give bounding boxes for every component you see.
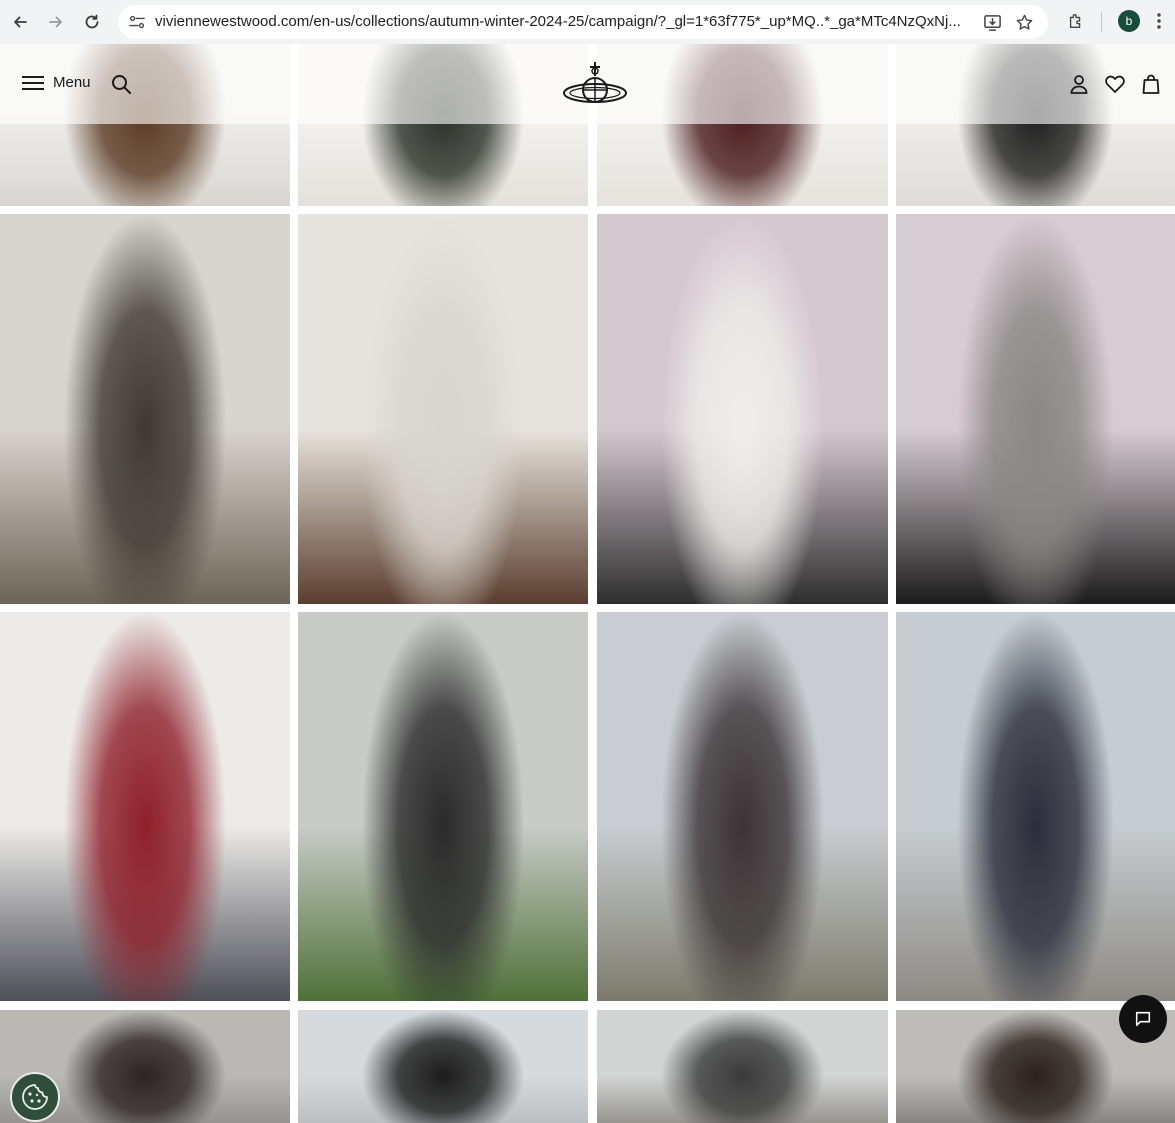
campaign-photo: [896, 214, 1175, 604]
arrow-right-icon: [49, 16, 62, 28]
account-icon[interactable]: [1068, 73, 1090, 95]
campaign-photo: [896, 612, 1175, 1001]
orb-logo-icon[interactable]: [560, 60, 630, 110]
campaign-photo-tile[interactable]: [298, 1010, 588, 1123]
campaign-photo: [298, 612, 588, 1001]
campaign-photo: [0, 612, 290, 1001]
browser-toolbar: viviennewestwood.com/en-us/collections/a…: [0, 0, 1175, 44]
url-text[interactable]: viviennewestwood.com/en-us/collections/a…: [155, 5, 975, 39]
bookmark-star-icon[interactable]: [1014, 12, 1034, 32]
chat-button[interactable]: [1119, 995, 1167, 1043]
arrow-left-icon: [14, 16, 27, 28]
shopping-bag-icon[interactable]: [1140, 73, 1162, 95]
campaign-photo-tile[interactable]: [0, 214, 290, 604]
profile-avatar[interactable]: b: [1118, 10, 1140, 32]
campaign-photo-tile[interactable]: [298, 612, 588, 1001]
toolbar-divider: [1101, 12, 1102, 32]
campaign-photo-tile[interactable]: [298, 214, 588, 604]
campaign-photo: [298, 214, 588, 604]
campaign-photo-tile[interactable]: [597, 612, 888, 1001]
hamburger-icon: [22, 75, 44, 91]
address-bar[interactable]: viviennewestwood.com/en-us/collections/a…: [118, 5, 1048, 39]
wishlist-heart-icon[interactable]: [1104, 73, 1126, 95]
campaign-photo: [597, 612, 888, 1001]
search-icon[interactable]: [110, 73, 132, 95]
cookie-icon: [22, 1084, 48, 1110]
reload-icon: [85, 14, 99, 29]
campaign-photo-tile[interactable]: [597, 1010, 888, 1123]
forward-button[interactable]: [42, 8, 70, 36]
install-app-icon[interactable]: [982, 12, 1002, 32]
back-button[interactable]: [6, 8, 34, 36]
campaign-photo-tile[interactable]: [0, 612, 290, 1001]
campaign-photo: [597, 214, 888, 604]
page-content: Menu: [0, 44, 1175, 1123]
more-menu-icon[interactable]: [1156, 11, 1170, 33]
site-info-icon[interactable]: [126, 12, 148, 32]
site-header: Menu: [0, 44, 1175, 124]
extensions-icon[interactable]: [1064, 9, 1088, 33]
menu-button[interactable]: Menu: [22, 74, 91, 91]
reload-button[interactable]: [78, 8, 106, 36]
campaign-photo-tile[interactable]: [597, 214, 888, 604]
campaign-photo: [597, 1010, 888, 1123]
campaign-photo-tile[interactable]: [896, 214, 1175, 604]
campaign-photo: [0, 214, 290, 604]
cookie-settings-button[interactable]: [10, 1072, 60, 1122]
menu-label: Menu: [53, 74, 91, 91]
campaign-photo: [298, 1010, 588, 1123]
chat-bubble-icon: [1135, 1011, 1151, 1027]
campaign-photo-tile[interactable]: [896, 612, 1175, 1001]
